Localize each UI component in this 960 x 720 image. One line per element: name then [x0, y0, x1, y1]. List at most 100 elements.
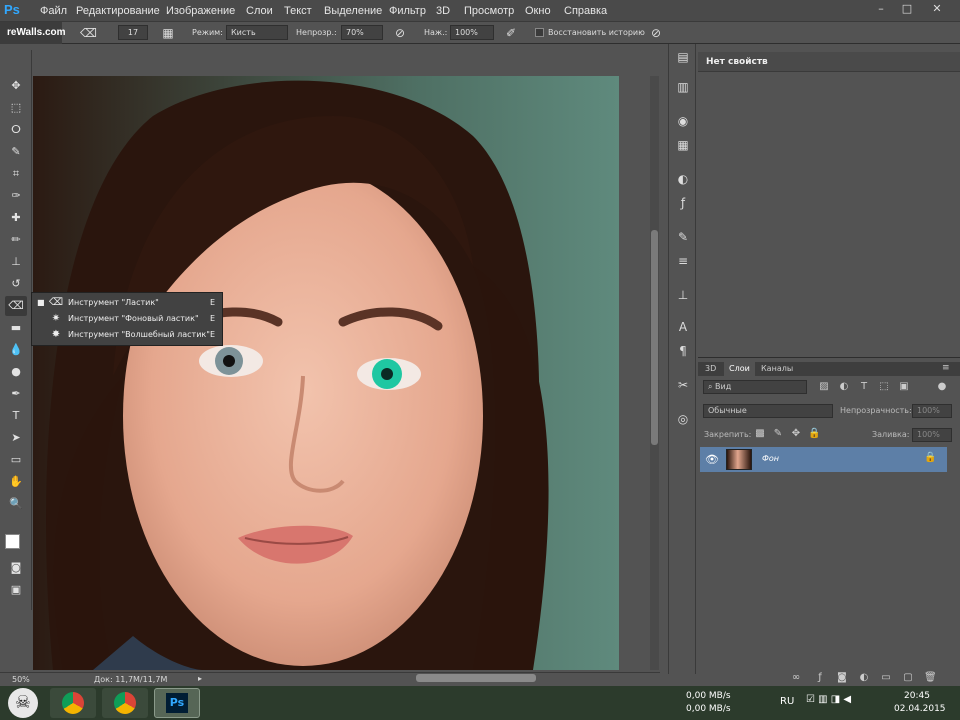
- clock-date[interactable]: 02.04.2015: [894, 704, 946, 714]
- path-select-tool-icon[interactable]: ➤: [5, 428, 27, 448]
- menu-window[interactable]: Окно: [525, 5, 551, 17]
- type-tool-icon[interactable]: T: [5, 406, 27, 426]
- adjustments-panel-icon[interactable]: ◐: [673, 170, 693, 188]
- 3d-panel-icon[interactable]: ◎: [673, 410, 693, 428]
- quick-select-tool-icon[interactable]: ✎: [5, 142, 27, 162]
- lock-pixels-icon[interactable]: ✎: [772, 428, 784, 440]
- tools-panel-icon[interactable]: ✂: [673, 376, 693, 394]
- marquee-tool-icon[interactable]: ⬚: [5, 98, 27, 118]
- airbrush-icon[interactable]: ✐: [503, 25, 519, 41]
- blur-tool-icon[interactable]: 💧: [5, 340, 27, 360]
- quick-mask-icon[interactable]: ◙: [5, 558, 27, 578]
- menu-image[interactable]: Изображение: [166, 5, 235, 17]
- maximize-button[interactable]: □: [896, 2, 918, 16]
- dodge-tool-icon[interactable]: ●: [5, 362, 27, 382]
- layer-filter-select[interactable]: ⌕ Вид: [703, 380, 807, 394]
- tab-layers[interactable]: Слои: [724, 362, 755, 376]
- fill-field[interactable]: 100%: [912, 428, 952, 442]
- history-brush-tool-icon[interactable]: ↺: [5, 274, 27, 294]
- hand-tool-icon[interactable]: ✋: [5, 472, 27, 492]
- taskbar-photoshop[interactable]: Ps: [154, 688, 200, 718]
- move-tool-icon[interactable]: ✥: [5, 76, 27, 96]
- color-panel-icon[interactable]: ◉: [673, 112, 693, 130]
- brush-tool-icon[interactable]: ✏: [5, 230, 27, 250]
- link-layers-icon[interactable]: ∞: [790, 672, 802, 684]
- eraser-preset-icon[interactable]: ⌫: [80, 25, 97, 41]
- brush-size-picker[interactable]: 17: [118, 25, 148, 40]
- eyedropper-tool-icon[interactable]: ✑: [5, 186, 27, 206]
- tray-icons[interactable]: ☑ ▥ ◨ ◀: [806, 694, 851, 705]
- menu-filter[interactable]: Фильтр: [389, 5, 426, 17]
- layer-row[interactable]: 👁 Фон 🔒: [700, 447, 947, 472]
- paragraph-panel-icon[interactable]: ¶: [673, 342, 693, 360]
- status-menu-arrow-icon[interactable]: ▸: [198, 674, 202, 683]
- delete-layer-icon[interactable]: 🗑: [924, 672, 937, 684]
- menu-edit[interactable]: Редактирование: [76, 5, 160, 17]
- taskbar-chrome-2[interactable]: [102, 688, 148, 718]
- flyout-item-background-eraser[interactable]: ✷ Инструмент "Фоновый ластик" E: [32, 311, 222, 327]
- restore-history-checkbox[interactable]: [535, 28, 544, 37]
- layer-opacity-field[interactable]: 100%: [912, 404, 952, 418]
- zoom-tool-icon[interactable]: 🔍: [5, 494, 27, 514]
- minimize-button[interactable]: –: [870, 2, 892, 16]
- opacity-field[interactable]: 70%: [341, 25, 383, 40]
- lock-all-icon[interactable]: 🔒: [808, 428, 820, 440]
- zoom-level[interactable]: 50%: [12, 675, 30, 684]
- filter-adjust-icon[interactable]: ◐: [838, 381, 850, 393]
- character-panel-icon[interactable]: A: [673, 318, 693, 336]
- close-button[interactable]: ✕: [926, 2, 948, 16]
- pressure-size-icon[interactable]: ⊘: [648, 25, 664, 41]
- taskbar-chrome-1[interactable]: [50, 688, 96, 718]
- filter-pixel-icon[interactable]: ▨: [818, 381, 830, 393]
- foreground-color-swatch[interactable]: [5, 534, 20, 549]
- filter-toggle-icon[interactable]: ●: [936, 381, 948, 393]
- blend-mode-select[interactable]: Обычные: [703, 404, 833, 418]
- document-canvas[interactable]: [33, 76, 619, 670]
- clone-source-panel-icon[interactable]: ⊥: [673, 286, 693, 304]
- swatches-panel-icon[interactable]: ▦: [673, 136, 693, 154]
- menu-select[interactable]: Выделение: [324, 5, 382, 17]
- layer-style-icon[interactable]: ƒ: [814, 672, 826, 684]
- lasso-tool-icon[interactable]: ⵔ: [5, 120, 27, 140]
- pressure-field[interactable]: 100%: [450, 25, 494, 40]
- tool-presets-panel-icon[interactable]: ≡: [673, 252, 693, 270]
- history-panel-icon[interactable]: ▤: [673, 48, 693, 66]
- filter-shape-icon[interactable]: ⬚: [878, 381, 890, 393]
- pen-tool-icon[interactable]: ✒: [5, 384, 27, 404]
- brush-panel-icon[interactable]: ▦: [160, 25, 176, 41]
- healing-tool-icon[interactable]: ✚: [5, 208, 27, 228]
- screen-mode-icon[interactable]: ▣: [5, 580, 27, 600]
- menu-help[interactable]: Справка: [564, 5, 607, 17]
- menu-view[interactable]: Просмотр: [464, 5, 514, 17]
- new-group-icon[interactable]: ▭: [880, 672, 892, 684]
- styles-panel-icon[interactable]: ƒ: [673, 194, 693, 212]
- menu-3d[interactable]: 3D: [436, 5, 450, 17]
- eraser-tool-icon[interactable]: ⌫: [5, 296, 27, 316]
- menu-file[interactable]: Файл: [40, 5, 67, 17]
- vertical-scroll-thumb[interactable]: [651, 230, 658, 445]
- layer-name[interactable]: Фон: [762, 454, 779, 463]
- tab-channels[interactable]: Каналы: [756, 362, 798, 376]
- menu-layers[interactable]: Слои: [246, 5, 273, 17]
- add-mask-icon[interactable]: ◙: [836, 672, 848, 684]
- lock-position-icon[interactable]: ✥: [790, 428, 802, 440]
- filter-type-icon[interactable]: T: [858, 381, 870, 393]
- panel-menu-icon[interactable]: ≡: [942, 363, 950, 373]
- stamp-tool-icon[interactable]: ⊥: [5, 252, 27, 272]
- pressure-opacity-icon[interactable]: ⊘: [392, 25, 408, 41]
- new-adjustment-icon[interactable]: ◐: [858, 672, 870, 684]
- start-button[interactable]: ☠: [8, 688, 38, 718]
- histogram-panel-icon[interactable]: ▥: [673, 78, 693, 96]
- clock-time[interactable]: 20:45: [904, 691, 930, 701]
- menu-type[interactable]: Текст: [284, 5, 312, 17]
- lock-transparent-icon[interactable]: ▩: [754, 428, 766, 440]
- flyout-item-magic-eraser[interactable]: ✸ Инструмент "Волшебный ластик" E: [32, 327, 222, 343]
- shape-tool-icon[interactable]: ▭: [5, 450, 27, 470]
- gradient-tool-icon[interactable]: ▬: [5, 318, 27, 338]
- new-layer-icon[interactable]: ▢: [902, 672, 914, 684]
- tab-3d[interactable]: 3D: [700, 362, 721, 376]
- brush-presets-panel-icon[interactable]: ✎: [673, 228, 693, 246]
- visibility-eye-icon[interactable]: 👁: [705, 453, 719, 466]
- crop-tool-icon[interactable]: ⌗: [5, 164, 27, 184]
- flyout-item-eraser[interactable]: ■ ⌫ Инструмент "Ластик" E: [32, 295, 222, 311]
